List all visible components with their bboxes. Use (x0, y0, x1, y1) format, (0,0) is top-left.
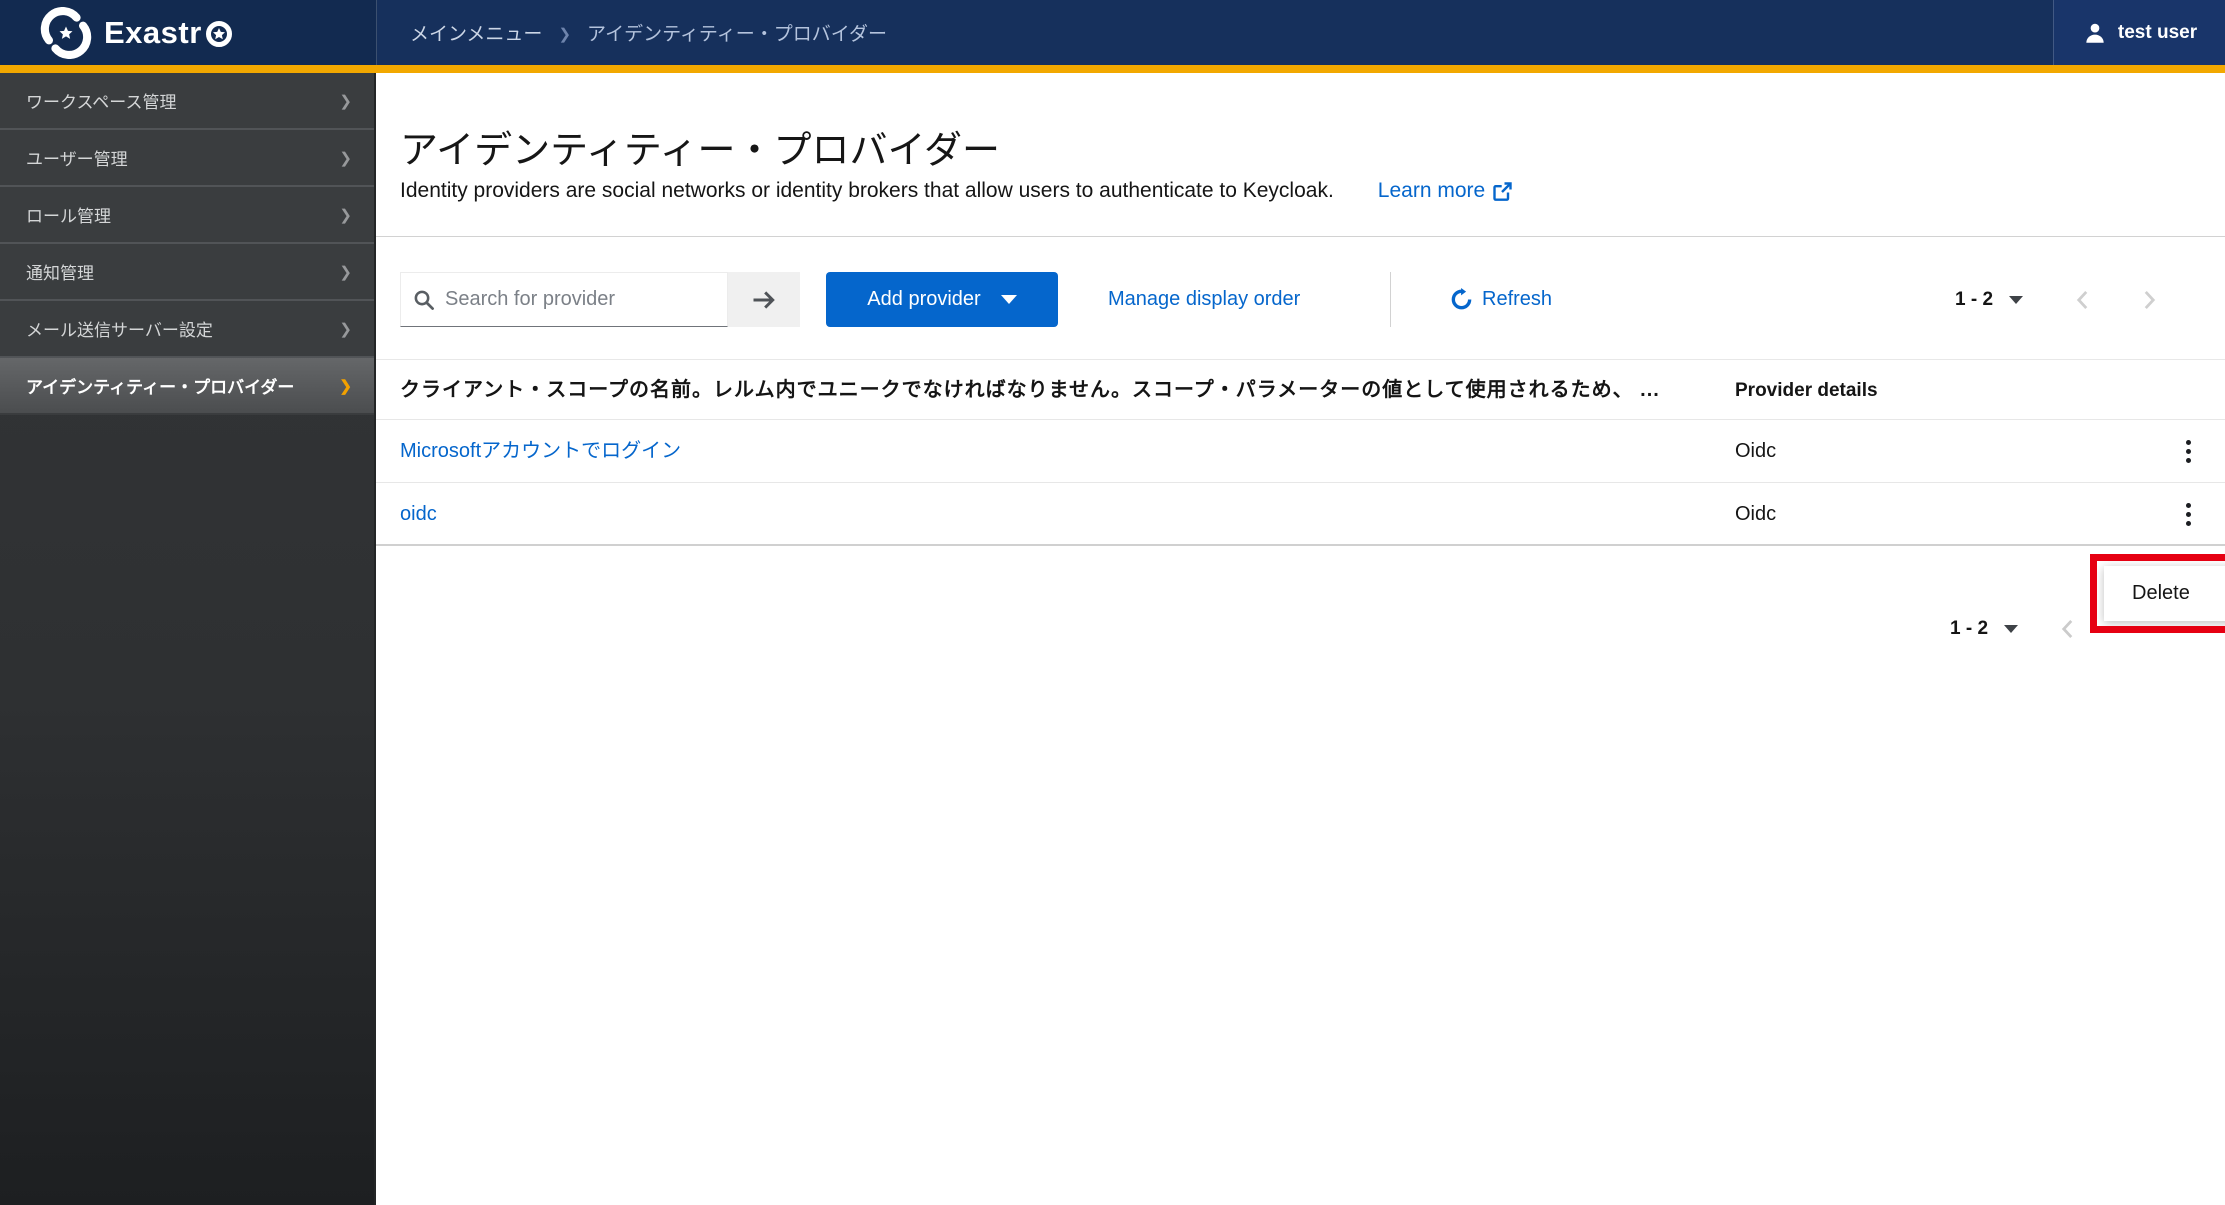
delete-menu-item[interactable]: Delete (2132, 582, 2190, 605)
sidebar-item[interactable]: ワークスペース管理 ❯ (0, 73, 374, 130)
sidebar-item[interactable]: 通知管理 ❯ (0, 244, 374, 301)
logo-star-icon (59, 26, 73, 39)
manage-display-order-link[interactable]: Manage display order (1108, 272, 1300, 327)
pagination-caret-icon[interactable] (2009, 295, 2024, 304)
sidebar-item-label: 通知管理 (26, 264, 94, 283)
chevron-right-icon: ❯ (339, 206, 352, 224)
add-provider-label: Add provider (867, 288, 981, 310)
sidebar: ワークスペース管理 ❯ ユーザー管理 ❯ ロール管理 ❯ 通知管理 ❯ メール送信サーバー設定 ❯… (0, 73, 376, 1205)
page-title: アイデンティティー・プロバイダー (400, 130, 1001, 172)
kebab-menu-button[interactable] (2172, 483, 2204, 546)
pagination-bottom: 1 - 2 (1950, 606, 2075, 652)
sidebar-item-label: メール送信サーバー設定 (26, 321, 213, 340)
search-box (400, 272, 728, 327)
breadcrumb: メインメニュー ❯ アイデンティティー・プロバイダー (410, 0, 887, 65)
provider-name-link[interactable]: oidc (400, 483, 437, 546)
chevron-right-icon: ❯ (339, 149, 352, 167)
table-row: Microsoftアカウントでログイン Oidc (376, 420, 2225, 483)
breadcrumb-separator-icon: ❯ (558, 25, 572, 43)
provider-type-cell: Oidc (1735, 440, 1777, 462)
refresh-label: Refresh (1482, 288, 1553, 310)
provider-type-cell: Oidc (1735, 503, 1777, 525)
refresh-button[interactable]: Refresh (1450, 272, 1552, 327)
external-link-icon (1493, 181, 1512, 201)
provider-details-column-header: Provider details (1735, 380, 1878, 401)
user-name-label: test user (2117, 21, 2198, 43)
logo-wordmark: Exastr (104, 15, 234, 51)
logo-text: Exastr (104, 14, 202, 50)
row-actions-menu: Delete (2104, 566, 2225, 621)
chevron-right-icon[interactable] (2142, 287, 2157, 313)
providers-table: Microsoftアカウントでログイン Oidc oidc Oidc (376, 420, 2225, 546)
refresh-icon (1451, 288, 1472, 310)
chevron-left-icon[interactable] (2060, 616, 2075, 642)
learn-more-label: Learn more (1377, 179, 1486, 202)
chevron-right-icon: ❯ (339, 320, 352, 338)
pagination-range-label[interactable]: 1 - 2 (1950, 618, 1988, 640)
learn-more-link[interactable]: Learn more (1378, 179, 1513, 203)
table-row: oidc Oidc (376, 483, 2225, 546)
exastro-logo[interactable]: Exastr (0, 0, 377, 65)
sidebar-item[interactable]: メール送信サーバー設定 ❯ (0, 301, 374, 358)
app-screen: Exastr メインメニュー ❯ アイデンティティー・プロバイダー test u… (0, 0, 2225, 1205)
sidebar-item[interactable]: ユーザー管理 ❯ (0, 130, 374, 187)
main-content: アイデンティティー・プロバイダー Identity providers are … (376, 73, 2225, 1205)
breadcrumb-current-page: アイデンティティー・プロバイダー (587, 24, 888, 45)
caret-down-icon (1000, 295, 1017, 304)
sidebar-item[interactable]: アイデンティティー・プロバイダー ❯ (0, 358, 374, 415)
arrow-right-icon (753, 290, 775, 309)
kebab-menu-button[interactable] (2172, 420, 2204, 483)
pagination-range-label[interactable]: 1 - 2 (1955, 289, 1993, 311)
search-input[interactable] (400, 272, 728, 327)
app-header: Exastr メインメニュー ❯ アイデンティティー・プロバイダー test u… (0, 0, 2225, 65)
pagination-top: 1 - 2 (1955, 272, 2157, 327)
search-group (400, 272, 800, 327)
sidebar-item-label: ワークスペース管理 (26, 93, 177, 112)
user-menu[interactable]: test user (2053, 0, 2225, 65)
exastro-logo-icon (40, 6, 92, 59)
search-icon (414, 290, 434, 310)
person-icon (2086, 23, 2104, 43)
table-header-row: クライアント・スコープの名前。レルム内でユニークでなければなりません。スコープ・… (376, 359, 2225, 420)
chevron-right-icon: ❯ (339, 92, 352, 110)
toolbar-divider (1390, 272, 1391, 327)
sidebar-item-label: アイデンティティー・プロバイダー (26, 378, 295, 397)
chevron-right-icon: ❯ (339, 377, 352, 395)
provider-name-link[interactable]: Microsoftアカウントでログイン (400, 420, 681, 483)
sidebar-item-label: ロール管理 (26, 207, 111, 226)
breadcrumb-main-menu[interactable]: メインメニュー (410, 19, 542, 46)
sidebar-menu: ワークスペース管理 ❯ ユーザー管理 ❯ ロール管理 ❯ 通知管理 ❯ メール送信サーバー設定 ❯… (0, 73, 374, 415)
page-description-row: Identity providers are social networks o… (400, 179, 1513, 203)
add-provider-button[interactable]: Add provider (826, 272, 1058, 327)
chevron-left-icon[interactable] (2075, 287, 2090, 313)
search-submit-button[interactable] (728, 272, 800, 327)
accent-bar (0, 65, 2225, 73)
chevron-right-icon: ❯ (339, 263, 352, 281)
sidebar-item[interactable]: ロール管理 ❯ (0, 187, 374, 244)
page-description: Identity providers are social networks o… (400, 179, 1334, 202)
logo-star-o-icon (205, 20, 232, 47)
pagination-caret-icon[interactable] (2004, 625, 2019, 633)
name-column-header: クライアント・スコープの名前。レルム内でユニークでなければなりません。スコープ・… (400, 379, 1660, 401)
sidebar-item-label: ユーザー管理 (26, 150, 128, 169)
section-divider (376, 236, 2225, 237)
